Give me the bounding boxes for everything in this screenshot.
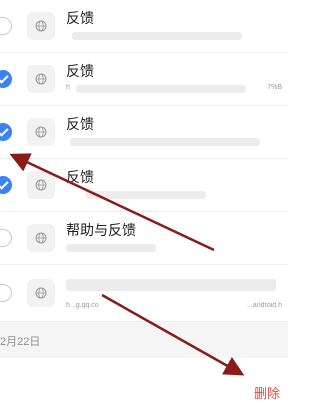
list-item[interactable]: 反馈: [0, 0, 288, 53]
item-url: h 7%B: [66, 84, 282, 94]
globe-icon: [27, 65, 55, 93]
section-date-label: 2月22日: [0, 336, 41, 348]
item-url: [66, 31, 282, 41]
item-url-end: ...android.h: [246, 302, 282, 309]
item-url-start: h...g.qq.co: [66, 302, 99, 309]
select-checkbox[interactable]: [0, 229, 12, 247]
redacted-title: [66, 279, 276, 291]
item-title: 反馈: [66, 63, 94, 79]
globe-icon: [27, 171, 55, 199]
item-url: [66, 137, 282, 147]
select-checkbox-checked[interactable]: [0, 176, 12, 194]
list-item[interactable]: 反馈 h 7%B: [0, 53, 288, 106]
item-url: [66, 243, 282, 253]
list-item[interactable]: 帮助与反馈: [0, 212, 288, 265]
list-item[interactable]: h...g.qq.co ...android.h: [0, 265, 288, 322]
item-url-start: h: [66, 84, 70, 91]
list-item[interactable]: 反馈: [0, 159, 288, 212]
globe-icon: [27, 279, 55, 307]
item-url: [66, 190, 282, 200]
item-title: 反馈: [66, 169, 94, 185]
select-checkbox-checked[interactable]: [0, 70, 12, 88]
date-section-header: 2月22日: [0, 322, 288, 358]
globe-icon: [27, 12, 55, 40]
item-title: 反馈: [66, 116, 94, 132]
item-title: 反馈: [66, 10, 94, 26]
globe-icon: [27, 118, 55, 146]
select-checkbox[interactable]: [0, 284, 12, 302]
select-checkbox-checked[interactable]: [0, 123, 12, 141]
item-title: 帮助与反馈: [66, 222, 136, 238]
delete-button[interactable]: 删除: [254, 383, 280, 402]
list-item[interactable]: 反馈: [0, 106, 288, 159]
item-url-end: 7%B: [267, 84, 282, 91]
globe-icon: [27, 224, 55, 252]
item-url: h...g.qq.co ...android.h: [66, 302, 282, 312]
select-checkbox[interactable]: [0, 17, 12, 35]
